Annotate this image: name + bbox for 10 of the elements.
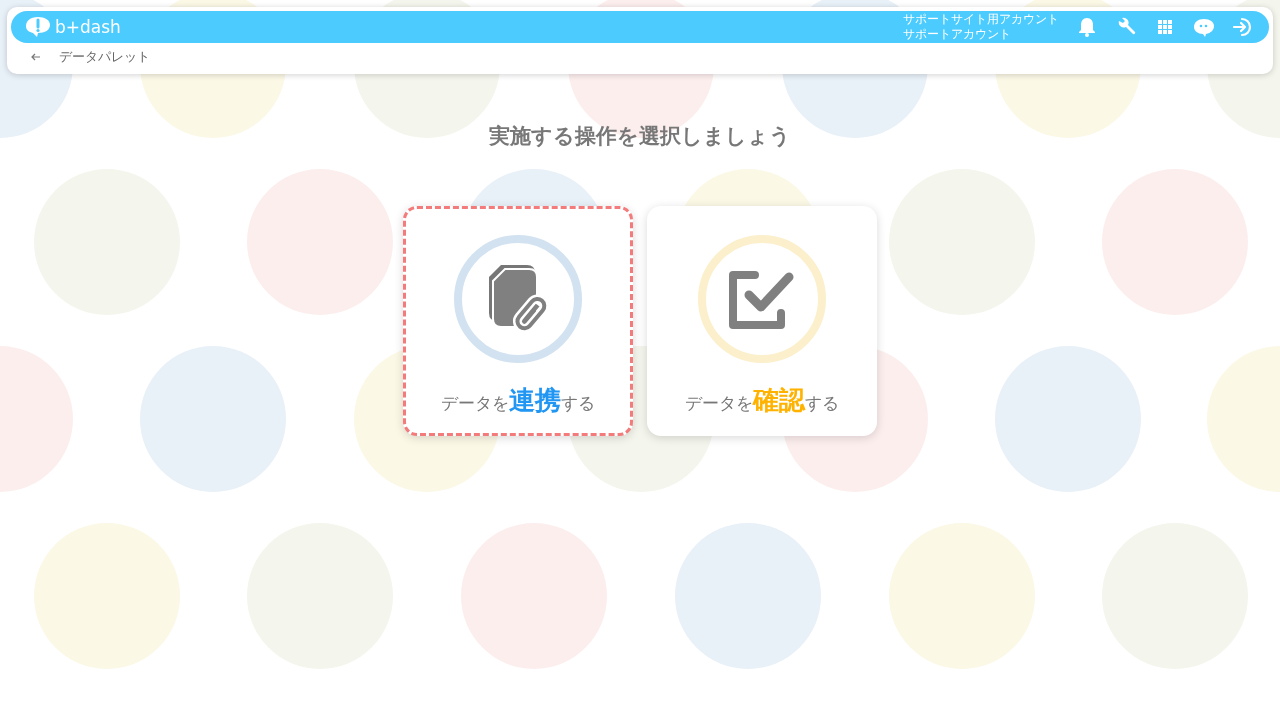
action-card[interactable]: データを確認する: [647, 206, 877, 436]
action-card[interactable]: データを連携する: [403, 206, 633, 436]
logo-text: b+dash: [55, 17, 121, 37]
page-heading: 実施する操作を選択しましょう: [489, 123, 791, 150]
account-site-name: サポートサイト用アカウント: [903, 12, 1059, 27]
speech-bubble-logo-icon: [25, 16, 51, 38]
card-label: データを連携する: [441, 384, 595, 417]
account-user-name: サポートアカウント: [903, 27, 1012, 42]
breadcrumb-title: データパレット: [59, 49, 150, 66]
card-label: データを確認する: [685, 384, 839, 417]
